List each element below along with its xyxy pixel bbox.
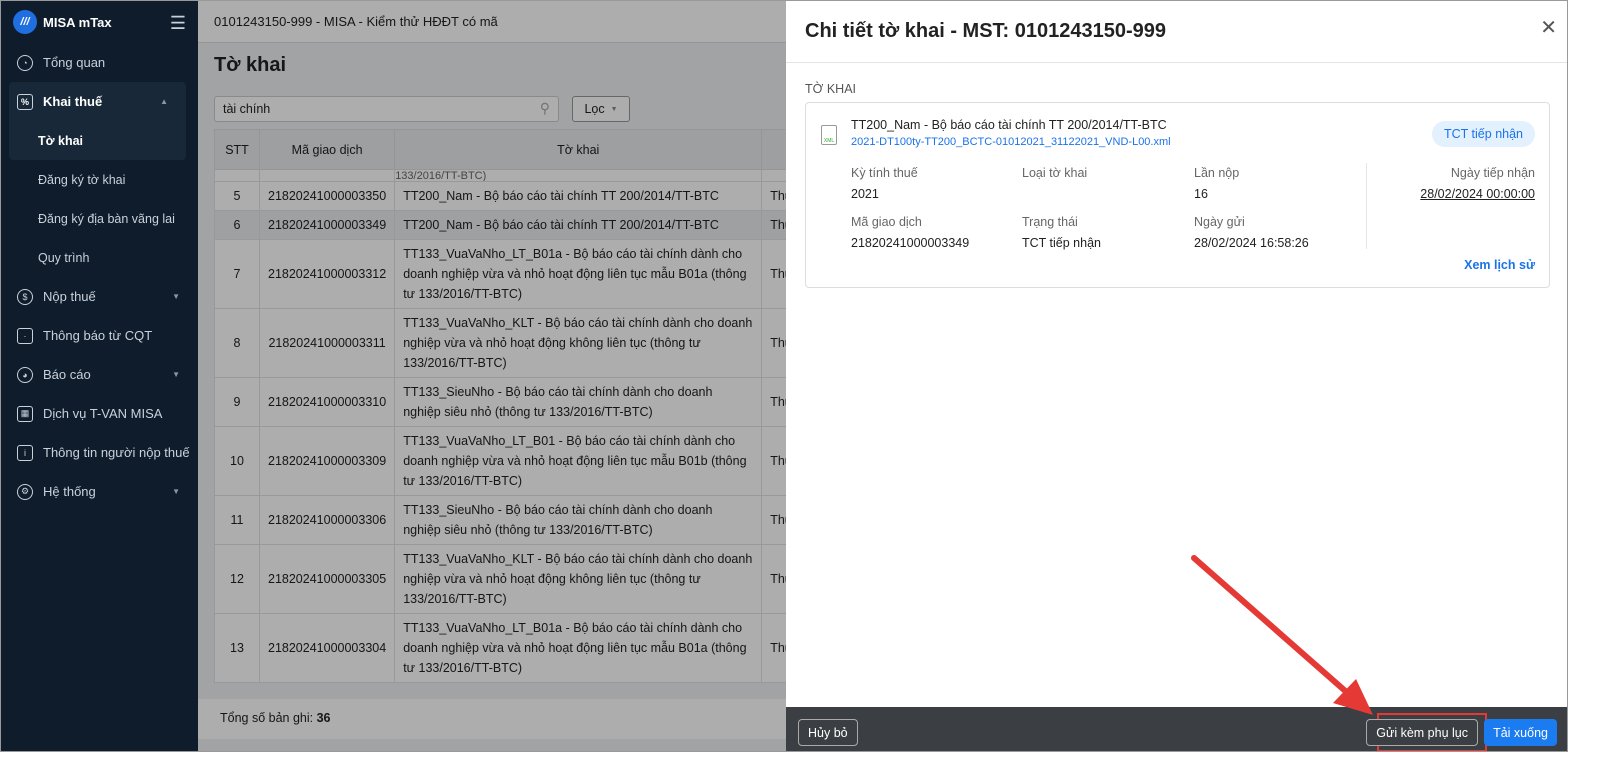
sidebar-item-label: Hệ thống [43, 484, 96, 499]
pie-chart-icon: ◕ [17, 366, 33, 383]
sidebar-item-notifications[interactable]: · Thông báo từ CQT [1, 316, 198, 355]
field-label: Trạng thái [1022, 215, 1078, 229]
status-badge: TCT tiếp nhận [1432, 121, 1535, 147]
sidebar-subitem-declarations[interactable]: Tờ khai [9, 121, 186, 160]
field-label: Lần nộp [1194, 166, 1240, 180]
attach-appendix-button[interactable]: Gửi kèm phụ lục [1366, 719, 1478, 746]
gear-icon: ⚙ [17, 483, 33, 500]
field-sent-date: Ngày gửi 28/02/2024 16:58:26 [1194, 215, 1309, 250]
sidebar-item-label: Nộp thuế [43, 289, 96, 304]
divider [1366, 163, 1367, 249]
notification-icon: · [17, 327, 33, 344]
sidebar-item-pay-tax[interactable]: $ Nộp thuế ▼ [1, 277, 198, 316]
chevron-down-icon: ▼ [172, 292, 180, 301]
close-icon[interactable]: ✕ [1540, 15, 1557, 40]
received-date-link[interactable]: 28/02/2024 00:00:00 [1420, 187, 1535, 201]
download-button[interactable]: Tải xuống [1484, 719, 1557, 746]
declaration-name: TT200_Nam - Bộ báo cáo tài chính TT 200/… [851, 118, 1167, 132]
info-icon: i [17, 444, 33, 461]
sidebar-item-tvan[interactable]: ▦ Dịch vụ T-VAN MISA [1, 394, 198, 433]
sidebar-subitem-register-area[interactable]: Đăng ký địa bàn vãng lai [1, 199, 198, 238]
sidebar-item-overview[interactable]: ◔ Tổng quan [1, 43, 198, 82]
brand[interactable]: /// MISA mTax [1, 1, 198, 43]
chevron-down-icon: ▼ [172, 487, 180, 496]
field-submission-count: Lần nộp 16 [1194, 166, 1239, 201]
field-label: Mã giao dịch [851, 215, 922, 229]
field-value: TCT tiếp nhận [1022, 236, 1101, 250]
field-label: Kỳ tính thuế [851, 166, 918, 180]
field-status: Trạng thái TCT tiếp nhận [1022, 215, 1101, 250]
sidebar-group-declare: % Khai thuế ▲ Tờ khai [9, 82, 186, 160]
sidebar-subitem-register[interactable]: Đăng ký tờ khai [1, 160, 198, 199]
field-declaration-type: Loại tờ khai [1022, 166, 1087, 187]
chevron-up-icon: ▲ [160, 97, 168, 106]
dollar-icon: $ [17, 288, 33, 305]
drawer-footer: Hủy bỏ Gửi kèm phụ lục Tải xuống [786, 707, 1567, 751]
dashboard-icon: ◔ [17, 54, 33, 71]
declaration-file-link[interactable]: 2021-DT100ty-TT200_BCTC-01012021_3112202… [851, 136, 1171, 148]
cancel-button[interactable]: Hủy bỏ [798, 719, 858, 746]
sidebar-item-reports[interactable]: ◕ Báo cáo ▼ [1, 355, 198, 394]
field-received-date: Ngày tiếp nhận 28/02/2024 00:00:00 [1420, 166, 1535, 201]
field-value: 16 [1194, 187, 1208, 201]
apps-icon: ▦ [17, 405, 33, 422]
menu-toggle-icon[interactable]: ☰ [170, 13, 186, 34]
sidebar-subitem-process[interactable]: Quy trình [1, 238, 198, 277]
section-title: TỜ KHAI [805, 82, 857, 96]
declaration-card: XML TT200_Nam - Bộ báo cáo tài chính TT … [805, 102, 1550, 288]
sidebar-item-label: Khai thuế [43, 94, 103, 109]
sidebar: /// MISA mTax ☰ ◔ Tổng quan % Khai thuế ▲ Tờ… [1, 1, 198, 751]
app-window: /// MISA mTax ☰ ◔ Tổng quan % Khai thuế ▲ Tờ… [0, 0, 1568, 752]
sidebar-item-taxpayer-info[interactable]: i Thông tin người nộp thuế [1, 433, 198, 472]
declaration-detail-drawer: Chi tiết tờ khai - MST: 0101243150-999 ✕… [786, 1, 1567, 751]
brand-name: MISA mTax [43, 14, 112, 30]
field-label: Ngày tiếp nhận [1450, 166, 1535, 180]
chevron-down-icon: ▼ [172, 370, 180, 379]
drawer-title: Chi tiết tờ khai - MST: 0101243150-999 [786, 1, 1567, 63]
sidebar-item-label: Thông báo từ CQT [43, 328, 153, 343]
misa-logo-icon: /// [13, 10, 37, 34]
field-label: Ngày gửi [1194, 215, 1245, 229]
receipt-icon: % [17, 93, 33, 110]
field-value: 28/02/2024 16:58:26 [1194, 236, 1309, 250]
field-transaction-id: Mã giao dịch 21820241000003349 [851, 215, 969, 250]
sidebar-item-label: Thông tin người nộp thuế [43, 445, 190, 460]
sidebar-item-label: Dịch vụ T-VAN MISA [43, 406, 163, 421]
sidebar-item-label: Báo cáo [43, 367, 91, 382]
sidebar-item-label: Tổng quan [43, 55, 106, 70]
sidebar-item-declare-tax[interactable]: % Khai thuế ▲ [9, 82, 186, 121]
xml-file-icon: XML [821, 125, 837, 145]
view-history-link[interactable]: Xem lịch sử [1464, 258, 1535, 272]
sidebar-item-system[interactable]: ⚙ Hệ thống ▼ [1, 472, 198, 511]
field-value: 21820241000003349 [851, 236, 970, 250]
field-value: 2021 [851, 187, 879, 201]
field-label: Loại tờ khai [1022, 166, 1088, 180]
field-tax-period: Kỳ tính thuế 2021 [851, 166, 918, 201]
